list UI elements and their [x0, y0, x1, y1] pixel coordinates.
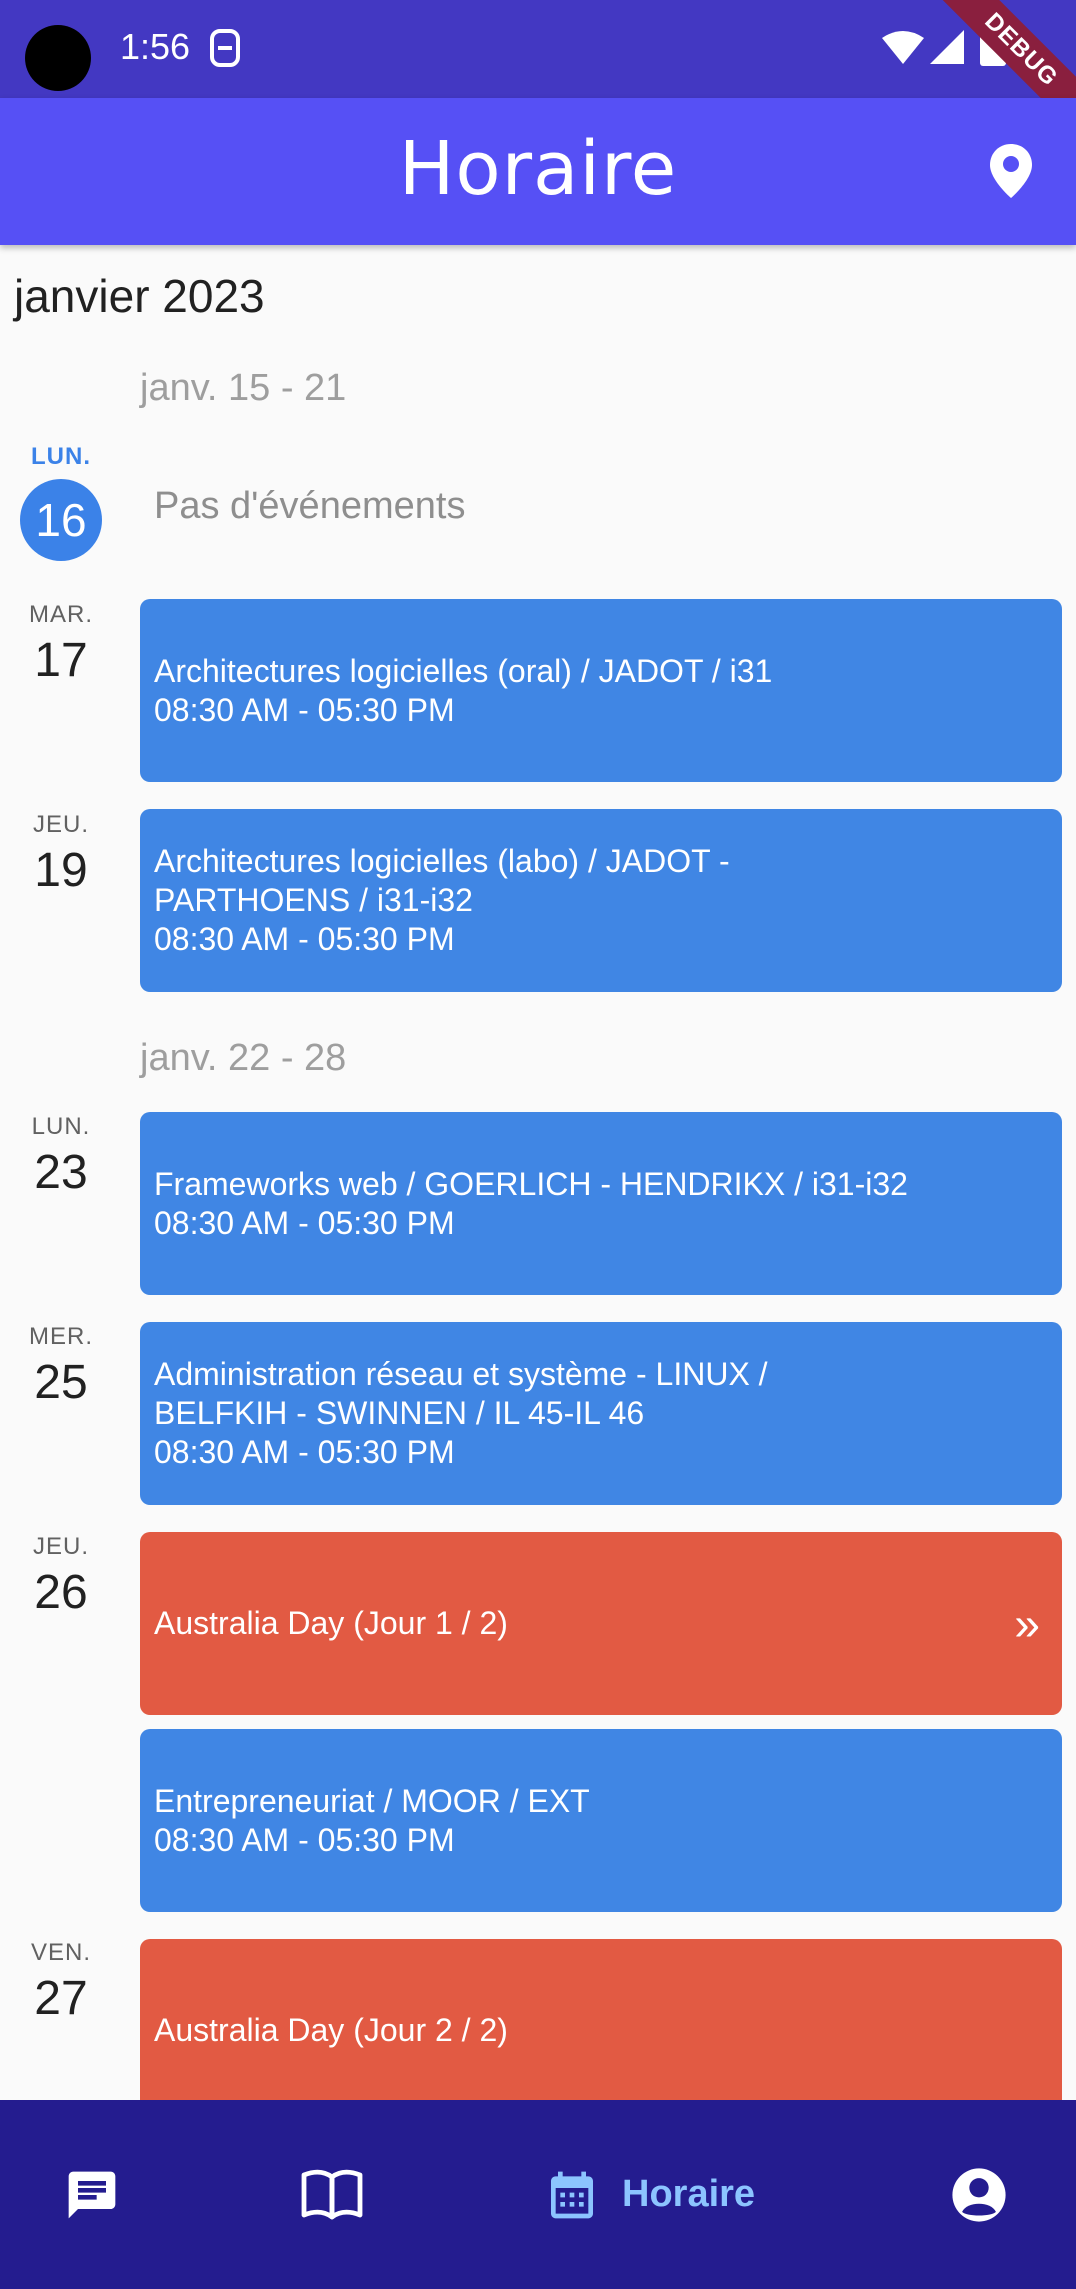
wifi-icon [882, 31, 924, 64]
nav-item-schedule[interactable]: Horaire [544, 2100, 755, 2289]
week-label: janv. 22 - 28 [140, 1037, 347, 1079]
event-card[interactable]: Architectures logicielles (labo) / JADOT… [140, 809, 1062, 992]
account-icon [952, 2167, 1006, 2222]
event-title: Entrepreneuriat / MOOR / EXT [154, 1782, 590, 1819]
signal-icon [930, 30, 964, 64]
day-header: LUN. 23 [0, 1113, 122, 1200]
event-card-holiday[interactable]: Australia Day (Jour 1 / 2) » [140, 1532, 1062, 1715]
nav-label-schedule: Horaire [622, 2173, 756, 2215]
day-name: LUN. [31, 1113, 91, 1140]
day-header-today: LUN. 16 [0, 443, 122, 561]
day-number: 27 [34, 1972, 88, 2025]
event-card[interactable]: Administration réseau et système - LINUX… [140, 1322, 1062, 1505]
nav-item-profile[interactable] [950, 2100, 1008, 2289]
event-card[interactable]: Architectures logicielles (oral) / JADOT… [140, 599, 1062, 782]
chat-icon [68, 2171, 116, 2218]
day-number: 19 [34, 844, 88, 897]
event-time: 08:30 AM - 05:30 PM [154, 1204, 455, 1241]
day-number: 17 [34, 634, 88, 687]
day-name: MAR. [29, 601, 93, 628]
day-header: VEN. 27 [0, 1939, 122, 2026]
month-title: janvier 2023 [14, 270, 265, 322]
event-card[interactable]: Entrepreneuriat / MOOR / EXT 08:30 AM - … [140, 1729, 1062, 1912]
day-number: 25 [34, 1356, 88, 1409]
sim-icon [210, 29, 240, 67]
app-bar: Horaire [0, 98, 1076, 245]
day-name: VEN. [30, 1939, 91, 1966]
event-time: 08:30 AM - 05:30 PM [154, 1434, 455, 1470]
book-icon [301, 2169, 363, 2219]
status-bar: 1:56 DEBUG [0, 0, 1076, 139]
bottom-navigation: Horaire [0, 2100, 1076, 2289]
day-number: 26 [34, 1566, 88, 1619]
nav-item-messages[interactable] [64, 2100, 120, 2289]
event-title: Architectures logicielles (oral) / JADOT… [154, 652, 773, 689]
location-pin-icon[interactable] [990, 144, 1032, 198]
event-card-holiday[interactable]: Australia Day (Jour 2 / 2) [140, 1939, 1062, 2100]
day-number: 23 [34, 1146, 88, 1199]
day-name: JEU. [32, 811, 89, 838]
status-time: 1:56 [120, 26, 191, 67]
day-name: MER. [29, 1323, 93, 1350]
day-header: JEU. 19 [0, 811, 122, 898]
chevron-right-double-icon: » [1014, 1597, 1040, 1649]
day-name: JEU. [32, 1533, 89, 1560]
nav-item-courses[interactable] [300, 2100, 364, 2289]
event-time: 08:30 AM - 05:30 PM [154, 1821, 455, 1858]
schedule-list[interactable]: janvier 2023 janv. 15 - 21 LUN. 16 Pas d… [0, 245, 1076, 2100]
app-title: Horaire [398, 126, 678, 212]
no-events-text: Pas d'événements [154, 485, 466, 527]
day-header: MER. 25 [0, 1323, 122, 1410]
event-title: Administration réseau et système - LINUX… [154, 1356, 768, 1431]
day-header: JEU. 26 [0, 1533, 122, 1620]
today-date-badge: 16 [20, 479, 102, 561]
day-header: MAR. 17 [0, 601, 122, 688]
event-title: Frameworks web / GOERLICH - HENDRIKX / i… [154, 1165, 908, 1202]
event-card[interactable]: Frameworks web / GOERLICH - HENDRIKX / i… [140, 1112, 1062, 1295]
event-title: Australia Day (Jour 2 / 2) [154, 2012, 508, 2048]
day-name: LUN. [31, 443, 91, 470]
event-time: 08:30 AM - 05:30 PM [154, 691, 455, 728]
week-label: janv. 15 - 21 [140, 367, 347, 409]
calendar-icon [551, 2171, 593, 2218]
event-title: Australia Day (Jour 1 / 2) [154, 1605, 508, 1641]
event-title: Architectures logicielles (labo) / JADOT… [154, 843, 730, 918]
camera-cutout [25, 25, 91, 91]
event-time: 08:30 AM - 05:30 PM [154, 921, 455, 957]
